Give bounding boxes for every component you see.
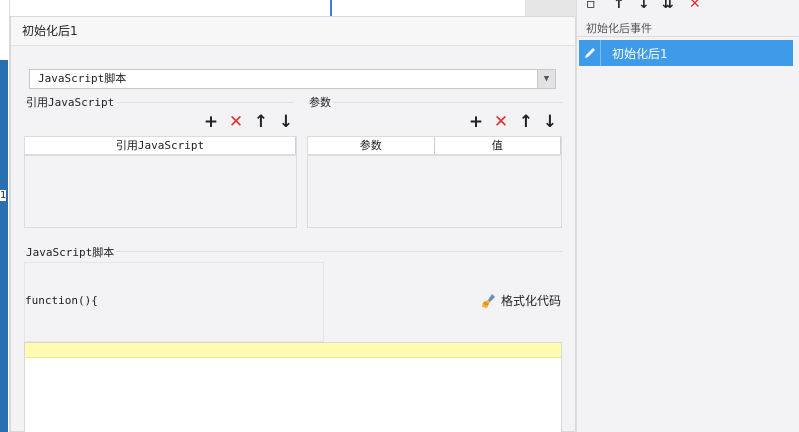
param-move-up-icon[interactable]: ↑ xyxy=(516,112,536,132)
param-table: 参数 值 xyxy=(307,136,562,228)
format-code-button[interactable]: 格式化代码 xyxy=(481,292,561,309)
script-type-value: JavaScript脚本 xyxy=(38,72,127,85)
event-list-panel: ▫ ↑ ↓ ⇊ ✕ 初始化后事件 初始化后1 xyxy=(576,0,799,432)
edit-pencil-icon[interactable] xyxy=(579,40,601,66)
event-list-title: 初始化后事件 xyxy=(586,22,652,35)
new-page-icon[interactable]: ▫ xyxy=(586,0,596,12)
broom-icon xyxy=(482,293,495,308)
move-down-icon[interactable]: ↓ xyxy=(638,0,650,12)
ref-js-column-header[interactable]: 引用JavaScript xyxy=(25,137,296,154)
script-type-select[interactable]: JavaScript脚本 ▼ xyxy=(29,69,556,89)
param-table-header: 参数 值 xyxy=(308,137,561,156)
background-edge-text: 1 xyxy=(0,190,7,201)
format-code-label: 格式化代码 xyxy=(501,294,562,308)
move-bottom-icon[interactable]: ⇊ xyxy=(662,0,674,12)
ref-js-table-header: 引用JavaScript xyxy=(25,137,296,156)
event-list-item[interactable]: 初始化后1 xyxy=(579,40,793,66)
param-add-icon[interactable]: + xyxy=(466,112,486,132)
background-top-area xyxy=(10,0,576,16)
event-list-divider xyxy=(577,36,799,37)
ref-move-up-icon[interactable]: ↑ xyxy=(251,112,271,132)
ref-delete-icon[interactable]: ✕ xyxy=(226,112,246,132)
delete-icon[interactable]: ✕ xyxy=(689,0,701,12)
function-header-text: function(){ xyxy=(25,294,98,307)
ref-section-title: 引用JavaScript xyxy=(26,94,117,110)
param-move-down-icon[interactable]: ↓ xyxy=(540,112,560,132)
ref-move-down-icon[interactable]: ↓ xyxy=(276,112,296,132)
code-editor[interactable] xyxy=(24,342,562,432)
param-value-column-header[interactable]: 值 xyxy=(435,137,561,154)
event-item-label: 初始化后1 xyxy=(612,46,668,61)
chevron-down-icon[interactable]: ▼ xyxy=(537,70,555,88)
background-blue-strip xyxy=(0,60,8,432)
move-up-icon[interactable]: ↑ xyxy=(613,0,625,12)
background-left-panel: 1 xyxy=(0,0,10,432)
dialog-title: 初始化后1 xyxy=(11,17,575,46)
current-line-highlight xyxy=(25,343,561,358)
ref-js-table: 引用JavaScript xyxy=(24,136,297,228)
param-section-title: 参数 xyxy=(309,94,333,110)
background-cursor-line xyxy=(330,0,332,16)
event-dialog: 初始化后1 JavaScript脚本 ▼ 引用JavaScript + ✕ ↑ … xyxy=(10,16,576,432)
param-section-rule xyxy=(307,102,563,103)
script-section-title: JavaScript脚本 xyxy=(26,244,117,260)
ref-add-icon[interactable]: + xyxy=(201,112,221,132)
param-delete-icon[interactable]: ✕ xyxy=(491,112,511,132)
background-gray-block xyxy=(525,0,576,16)
param-name-column-header[interactable]: 参数 xyxy=(308,137,435,154)
